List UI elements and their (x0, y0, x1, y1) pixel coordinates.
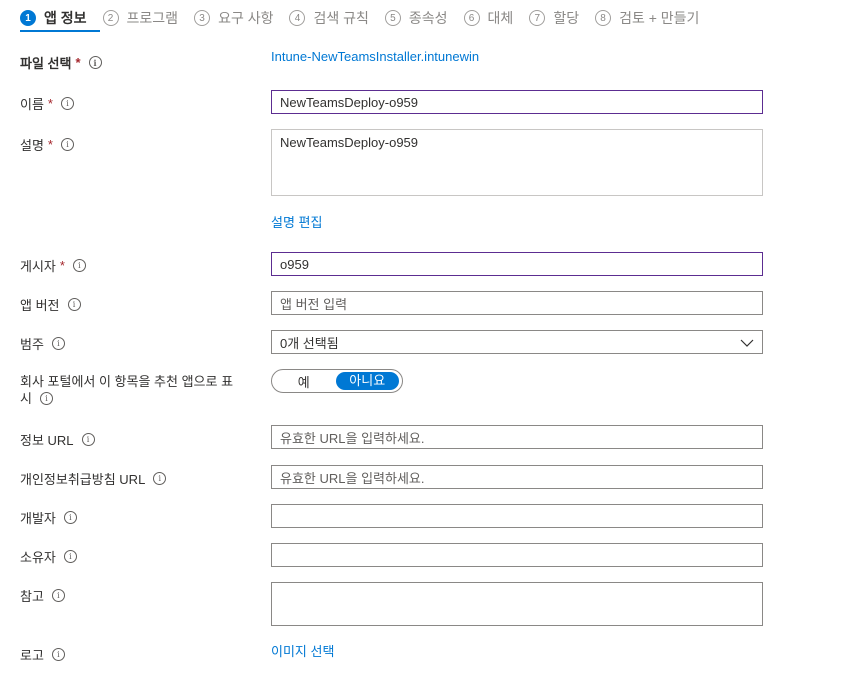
publisher-label: 게시자 * i (20, 256, 86, 275)
step-number: 4 (289, 10, 306, 26)
toggle-no[interactable]: 아니요 (335, 372, 399, 390)
step-assignments[interactable]: 7 할당 (529, 8, 579, 28)
select-image-link[interactable]: 이미지 선택 (271, 641, 334, 660)
step-label: 검토 + 만들기 (619, 10, 700, 26)
step-number: 6 (463, 10, 480, 26)
logo-label: 로고 i (20, 645, 65, 664)
name-label: 이름 * i (20, 94, 74, 113)
description-textarea[interactable]: NewTeamsDeploy-o959 (271, 129, 763, 196)
info-icon[interactable]: i (67, 298, 81, 311)
featured-app-toggle[interactable]: 예 아니요 (271, 369, 403, 393)
publisher-input[interactable]: o959 (271, 252, 763, 276)
info-icon[interactable]: i (60, 97, 74, 110)
info-icon[interactable]: i (39, 392, 53, 405)
required-mark: * (47, 137, 53, 152)
step-supersedence[interactable]: 6 대체 (463, 8, 514, 28)
category-label: 범주 i (20, 334, 65, 353)
category-dropdown[interactable]: 0개 선택됨 (271, 330, 763, 354)
step-label: 프로그램 (126, 10, 179, 26)
featured-app-label: 회사 포털에서 이 항목을 추천 앱으로 표 시i (20, 374, 234, 406)
info-icon[interactable]: i (51, 337, 65, 350)
app-version-label: 앱 버전 i (20, 295, 81, 314)
step-app-info[interactable]: 1 앱 정보 (20, 8, 87, 28)
privacy-url-input[interactable]: 유효한 URL을 입력하세요. (271, 465, 763, 489)
step-number: 1 (20, 10, 36, 26)
developer-label: 개발자 i (20, 508, 77, 527)
step-number: 8 (595, 10, 612, 26)
step-number: 7 (529, 10, 546, 26)
info-url-label: 정보 URL i (20, 430, 95, 449)
selected-file-link[interactable]: Intune-NewTeamsInstaller.intunewin (271, 49, 479, 64)
notes-label: 참고 i (20, 586, 65, 605)
privacy-url-label: 개인정보취급방침 URL i (20, 469, 167, 488)
description-label: 설명 * i (20, 135, 74, 154)
owner-label: 소유자 i (20, 547, 77, 566)
info-icon[interactable]: i (81, 433, 95, 446)
toggle-yes[interactable]: 예 (272, 372, 336, 391)
info-url-input[interactable]: 유효한 URL을 입력하세요. (271, 425, 763, 449)
edit-description-link[interactable]: 설명 편집 (271, 212, 322, 231)
active-step-underline (20, 30, 100, 32)
step-label: 종속성 (408, 10, 448, 26)
info-icon[interactable]: i (88, 56, 102, 69)
required-mark: * (47, 96, 53, 111)
info-icon[interactable]: i (63, 550, 77, 563)
step-number: 5 (384, 10, 401, 26)
step-label: 할당 (553, 10, 580, 26)
wizard-steps: 1 앱 정보 2 프로그램 3 요구 사항 4 검색 규칙 5 종속성 6 대체 7 할당 8… (20, 8, 715, 28)
step-requirements[interactable]: 3 요구 사항 (194, 8, 273, 28)
info-icon[interactable]: i (51, 648, 65, 661)
file-select-label: 파일 선택 * i (20, 53, 102, 72)
required-mark: * (75, 55, 81, 70)
info-icon[interactable]: i (72, 259, 86, 272)
app-version-input[interactable]: 앱 버전 입력 (271, 291, 763, 315)
info-icon[interactable]: i (63, 511, 77, 524)
owner-input[interactable] (271, 543, 763, 567)
info-icon[interactable]: i (51, 589, 65, 602)
step-review-create[interactable]: 8 검토 + 만들기 (595, 8, 699, 28)
step-program[interactable]: 2 프로그램 (102, 8, 179, 28)
name-input[interactable]: NewTeamsDeploy-o959 (271, 90, 763, 114)
step-label: 앱 정보 (44, 10, 87, 26)
step-number: 3 (194, 10, 211, 26)
step-number: 2 (102, 10, 119, 26)
step-dependencies[interactable]: 5 종속성 (384, 8, 448, 28)
info-icon[interactable]: i (153, 472, 167, 485)
step-detection-rules[interactable]: 4 검색 규칙 (289, 8, 369, 28)
step-label: 대체 (487, 10, 514, 26)
required-mark: * (59, 258, 65, 273)
notes-textarea[interactable] (271, 582, 763, 626)
step-label: 검색 규칙 (313, 10, 369, 26)
step-label: 요구 사항 (218, 10, 274, 26)
info-icon[interactable]: i (60, 138, 74, 151)
chevron-down-icon (740, 335, 754, 350)
developer-input[interactable] (271, 504, 763, 528)
